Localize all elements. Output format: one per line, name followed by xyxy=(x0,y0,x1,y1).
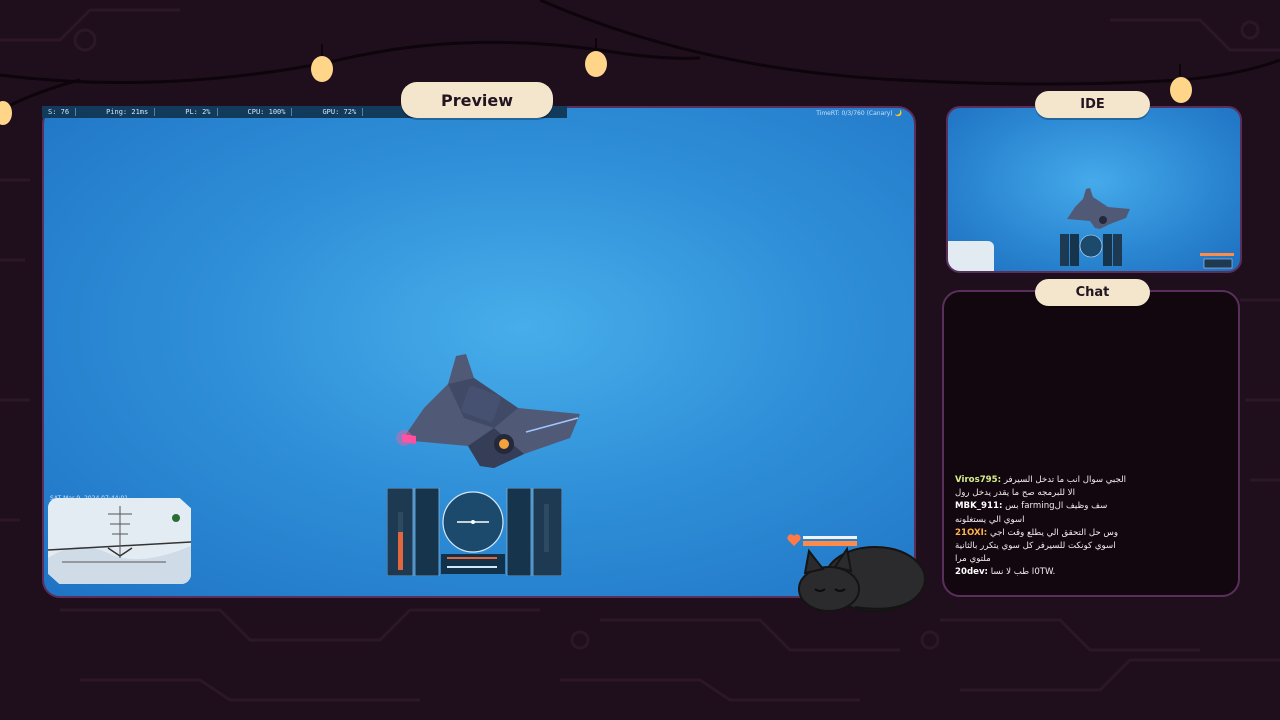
chat-message: ملتوي مرا xyxy=(955,553,1155,566)
ide-hud-right xyxy=(1200,253,1234,269)
chat-message: MBK_911: بس farmingسف وظيف ال xyxy=(955,500,1155,513)
chat-message: الا للبرمجه صح ما يقدر يدخل رول xyxy=(955,487,1155,500)
chat-message: اسوي الي يستغلونه xyxy=(955,514,1155,527)
sleeping-cat-icon xyxy=(798,546,926,612)
chat-username: 21OXI: xyxy=(955,527,988,538)
chat-text: الا للبرمجه صح ما يقدر يدخل رول xyxy=(955,488,1075,499)
string-light-bulb-icon xyxy=(1170,64,1192,103)
chat-messages: Viros795: الجبي سوال انب ما تدخل السيرفر… xyxy=(955,474,1155,580)
chat-text: الجبي سوال انب ما تدخل السيرفر xyxy=(1003,475,1127,485)
preview-title: Preview xyxy=(401,82,553,118)
ide-panel xyxy=(946,106,1242,273)
chat-message: 20dev: طب لا نسا I0TW. xyxy=(955,566,1155,579)
minimap-terrain xyxy=(48,498,191,584)
server-time-info: TimeRT: 0/3/760 (Canary) 🌙 xyxy=(816,110,902,117)
string-light-bulb-icon xyxy=(585,38,607,77)
flight-instruments xyxy=(387,488,562,576)
stat-cpu: CPU: 100% xyxy=(218,108,293,116)
chat-message: 21OXI: وس حل التحقق الي يطلع وقت اجي xyxy=(955,527,1155,540)
chat-text: اسوي كونكت للسيرفر كل سوي يتكرر بالثانية xyxy=(955,541,1116,552)
chat-message: اسوي كونكت للسيرفر كل سوي يتكرر بالثانية xyxy=(955,540,1155,553)
chat-username: MBK_911: xyxy=(955,501,1003,512)
chat-text: اسوي الي يستغلونه xyxy=(955,514,1025,525)
chat-username: 20dev: xyxy=(955,567,988,578)
ide-title: IDE xyxy=(1035,91,1150,118)
ide-instruments xyxy=(1060,234,1122,266)
fighter-jet-icon xyxy=(1067,188,1130,229)
string-light-bulb-icon xyxy=(311,44,333,82)
chat-title: Chat xyxy=(1035,279,1150,306)
chat-text: طب لا نسا I0TW. xyxy=(990,567,1056,578)
ide-minimap xyxy=(948,241,994,271)
chat-username: Viros795: xyxy=(955,475,1002,485)
stat-gpu: GPU: 72% xyxy=(292,108,364,116)
stat-packet-loss: PL: 2% xyxy=(155,108,218,116)
stat-ping: Ping: 21ms xyxy=(76,108,156,116)
chat-text: وس حل التحقق الي يطلع وقت اجي xyxy=(989,527,1119,538)
minimap[interactable] xyxy=(48,498,191,584)
fighter-jet-icon xyxy=(396,354,580,468)
stat-fps: S: 76 xyxy=(42,108,77,116)
chat-text: بس farmingسف وظيف ال xyxy=(1005,501,1108,512)
chat-text: ملتوي مرا xyxy=(955,554,991,565)
chat-message: Viros795: الجبي سوال انب ما تدخل السيرفر xyxy=(955,474,1155,487)
